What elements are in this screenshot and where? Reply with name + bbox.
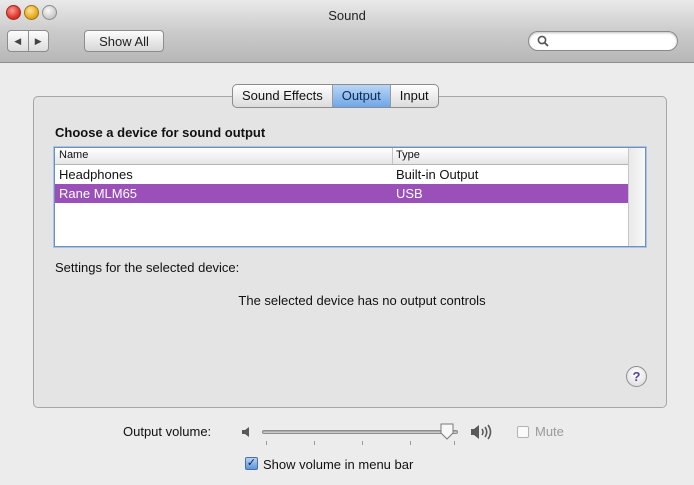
forward-arrow-icon: ▶ [34,35,42,46]
show-volume-menubar-label[interactable]: Show volume in menu bar [263,457,413,472]
title-toolbar: Sound ◀ ▶ Show All [0,0,694,63]
search-field[interactable] [528,31,678,51]
device-name: Headphones [59,167,133,182]
back-arrow-icon: ◀ [14,35,22,46]
output-device-table[interactable]: Name Type Headphones Built-in Output Ran… [54,147,646,247]
column-header-type[interactable]: Type [396,149,420,161]
search-icon [537,35,549,47]
table-header: Name Type [55,148,630,165]
volume-tick [454,441,455,445]
device-type: Built-in Output [396,167,479,182]
volume-tick [362,441,363,445]
tab-bar: Sound Effects Output Input [232,84,439,108]
table-scrollbar[interactable] [628,148,645,246]
volume-tick [266,441,267,445]
tab-panel [33,96,667,408]
mute-checkbox[interactable] [517,426,529,438]
table-row-selected[interactable]: Rane MLM65 USB [55,184,630,203]
forward-button[interactable]: ▶ [27,31,49,51]
volume-slider-knob[interactable] [440,423,454,440]
back-forward-group: ◀ ▶ [7,30,49,52]
volume-slider-track[interactable] [262,430,458,434]
show-volume-menubar-checkbox[interactable]: ✓ [245,457,258,470]
settings-label: Settings for the selected device: [55,260,240,275]
table-row[interactable]: Headphones Built-in Output [55,165,630,184]
checkmark-icon: ✓ [246,457,257,469]
tab-output[interactable]: Output [331,85,390,107]
tab-input[interactable]: Input [389,85,438,107]
back-button[interactable]: ◀ [8,31,28,51]
speaker-high-icon [471,424,492,440]
sound-preferences-window: Sound ◀ ▶ Show All Sound Effects Output … [0,0,694,485]
speaker-low-icon [242,427,249,437]
tab-sound-effects[interactable]: Sound Effects [233,85,332,107]
volume-tick [314,441,315,445]
help-button[interactable]: ? [626,366,647,387]
column-header-name[interactable]: Name [59,149,88,161]
output-device-heading: Choose a device for sound output [55,125,266,140]
device-type: USB [396,186,423,201]
show-all-button[interactable]: Show All [84,30,164,52]
mute-label[interactable]: Mute [535,424,564,439]
window-title: Sound [328,8,366,23]
volume-tick [410,441,411,445]
device-name: Rane MLM65 [59,186,138,201]
no-controls-message: The selected device has no output contro… [238,293,486,308]
output-volume-label: Output volume: [123,424,212,439]
column-divider [392,148,393,164]
